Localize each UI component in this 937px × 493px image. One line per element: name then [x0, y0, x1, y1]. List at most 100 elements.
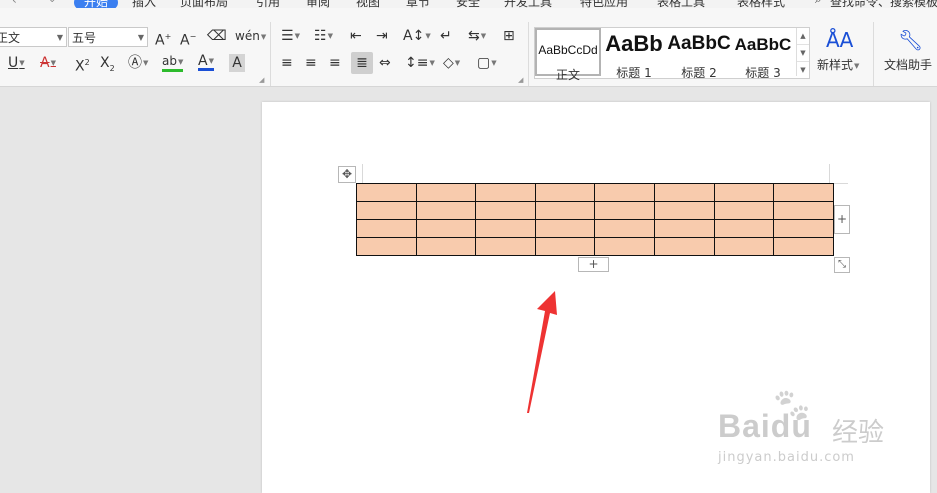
- table-cell[interactable]: [475, 237, 536, 256]
- table-cell[interactable]: [534, 201, 596, 220]
- shrink-font-icon[interactable]: A−: [180, 28, 196, 50]
- watermark-url: jingyan.baidu.com: [718, 450, 855, 465]
- style-gallery-scroll[interactable]: ▲ ▼ ▼: [796, 28, 809, 76]
- table-resize-handle[interactable]: ⤡: [834, 257, 850, 273]
- tab-developer[interactable]: 开发工具: [504, 0, 552, 8]
- justify-icon[interactable]: ≣: [351, 52, 373, 74]
- table-borders-icon[interactable]: ⊞: [503, 27, 515, 45]
- tab-insert[interactable]: 插入: [132, 0, 156, 8]
- table-cell[interactable]: [534, 183, 596, 202]
- font-color-icon[interactable]: A▼: [198, 54, 214, 71]
- back-chevron-icon[interactable]: ‹: [12, 0, 17, 8]
- clear-format-icon[interactable]: ⌫: [207, 27, 227, 45]
- numbered-list-icon[interactable]: ☷▼: [314, 27, 333, 45]
- decrease-indent-icon[interactable]: ⇤: [350, 27, 362, 45]
- tab-page-layout[interactable]: 页面布局: [180, 0, 228, 8]
- paragraph-dialog-launcher-icon[interactable]: ◢: [518, 76, 523, 84]
- show-marks-icon[interactable]: ↵: [440, 27, 452, 45]
- table-move-handle[interactable]: ✥: [338, 166, 356, 183]
- command-search[interactable]: 查找命令、搜索模板: [830, 0, 937, 8]
- add-row-button[interactable]: +: [578, 257, 609, 272]
- table-cell[interactable]: [415, 219, 477, 238]
- table-cell[interactable]: [594, 201, 655, 220]
- expand-gallery-icon[interactable]: ▼: [797, 62, 809, 78]
- tab-home[interactable]: 开始: [74, 0, 119, 8]
- table-cell[interactable]: [475, 219, 536, 238]
- table-cell[interactable]: [653, 219, 715, 238]
- strikethrough-icon[interactable]: A▼: [40, 54, 56, 72]
- table-cell[interactable]: [713, 183, 775, 202]
- doc-helper-icon[interactable]: 🔧︎: [898, 28, 923, 52]
- chevron-down-icon[interactable]: ▼: [797, 45, 809, 62]
- tab-sections[interactable]: 章节: [406, 0, 430, 8]
- table-cell[interactable]: [356, 219, 417, 238]
- subscript-icon[interactable]: X2: [100, 54, 115, 78]
- tab-features[interactable]: 特色应用: [580, 0, 628, 8]
- table-cell[interactable]: [356, 201, 417, 220]
- table-cell[interactable]: [773, 183, 834, 202]
- search-icon[interactable]: ⌕: [815, 0, 822, 8]
- table-cell[interactable]: [594, 237, 655, 256]
- chevron-up-icon[interactable]: ▲: [797, 28, 809, 45]
- table-cell[interactable]: [415, 183, 477, 202]
- table-cell[interactable]: [713, 237, 775, 256]
- distribute-icon[interactable]: ⇔: [379, 54, 391, 72]
- font-dialog-launcher-icon[interactable]: ◢: [259, 76, 264, 84]
- chevron-down-icon[interactable]: ⌄: [48, 0, 56, 8]
- tab-table-style[interactable]: 表格样式: [737, 0, 785, 8]
- style-heading-2[interactable]: AaBbC 标题 2: [667, 28, 731, 80]
- style-heading-1[interactable]: AaBb 标题 1: [601, 28, 667, 80]
- line-spacing-icon[interactable]: ↕≡▼: [405, 54, 435, 72]
- style-gallery: AaBbCcDd 正文 AaBb 标题 1 AaBbC 标题 2 AaBbC 标…: [534, 27, 810, 82]
- shading-icon[interactable]: ◇▼: [443, 54, 460, 72]
- table-cell[interactable]: [475, 183, 536, 202]
- style-heading-3[interactable]: AaBbC 标题 3: [731, 28, 795, 80]
- align-left-icon[interactable]: ≡: [281, 54, 293, 72]
- document-table[interactable]: [356, 183, 834, 256]
- table-cell[interactable]: [475, 201, 536, 220]
- tab-security[interactable]: 安全: [456, 0, 480, 8]
- table-cell[interactable]: [534, 237, 596, 256]
- sort-icon[interactable]: ⇆▼: [468, 27, 486, 45]
- table-cell[interactable]: [415, 237, 477, 256]
- bullet-list-icon[interactable]: ☰▼: [281, 27, 300, 45]
- add-column-button[interactable]: +: [834, 205, 850, 234]
- phonetic-guide-icon[interactable]: wén▼: [235, 27, 266, 46]
- table-cell[interactable]: [653, 201, 715, 220]
- tab-references[interactable]: 引用: [256, 0, 280, 8]
- table-cell[interactable]: [773, 237, 834, 256]
- align-right-icon[interactable]: ≡: [329, 54, 341, 72]
- doc-helper-button[interactable]: 文档助手: [884, 56, 932, 74]
- char-shading-icon[interactable]: A: [229, 54, 245, 72]
- grow-font-icon[interactable]: A+: [155, 28, 171, 50]
- table-cell[interactable]: [534, 219, 596, 238]
- table-cell[interactable]: [773, 201, 834, 220]
- tab-view[interactable]: 视图: [356, 0, 380, 8]
- align-center-icon[interactable]: ≡: [305, 54, 317, 72]
- table-cell[interactable]: [773, 219, 834, 238]
- table-cell[interactable]: [594, 183, 655, 202]
- margin-guide-left: [362, 164, 363, 183]
- text-effect-icon[interactable]: Ⓐ▼: [128, 54, 148, 72]
- new-style-icon[interactable]: ÅA: [826, 28, 853, 52]
- table-cell[interactable]: [713, 219, 775, 238]
- increase-indent-icon[interactable]: ⇥: [376, 27, 388, 45]
- table-cell[interactable]: [594, 219, 655, 238]
- table-cell[interactable]: [356, 183, 417, 202]
- border-icon[interactable]: ▢▼: [477, 54, 497, 72]
- table-cell[interactable]: [356, 237, 417, 256]
- underline-icon[interactable]: U▼: [8, 54, 25, 72]
- table-cell[interactable]: [653, 237, 715, 256]
- highlight-icon[interactable]: ab▼: [162, 54, 184, 72]
- table-cell[interactable]: [653, 183, 715, 202]
- table-cell[interactable]: [415, 201, 477, 220]
- style-normal[interactable]: AaBbCcDd 正文: [535, 28, 601, 82]
- table-cell[interactable]: [713, 201, 775, 220]
- superscript-icon[interactable]: X2: [75, 54, 90, 76]
- chinese-layout-icon[interactable]: A↕▼: [403, 27, 431, 45]
- tab-table-tools[interactable]: 表格工具: [657, 0, 705, 8]
- new-style-button[interactable]: 新样式▼: [817, 56, 859, 75]
- font-size-select[interactable]: 五号 ▼: [68, 27, 148, 47]
- tab-review[interactable]: 审阅: [306, 0, 330, 8]
- font-name-select[interactable]: 正文 ▼: [0, 27, 67, 47]
